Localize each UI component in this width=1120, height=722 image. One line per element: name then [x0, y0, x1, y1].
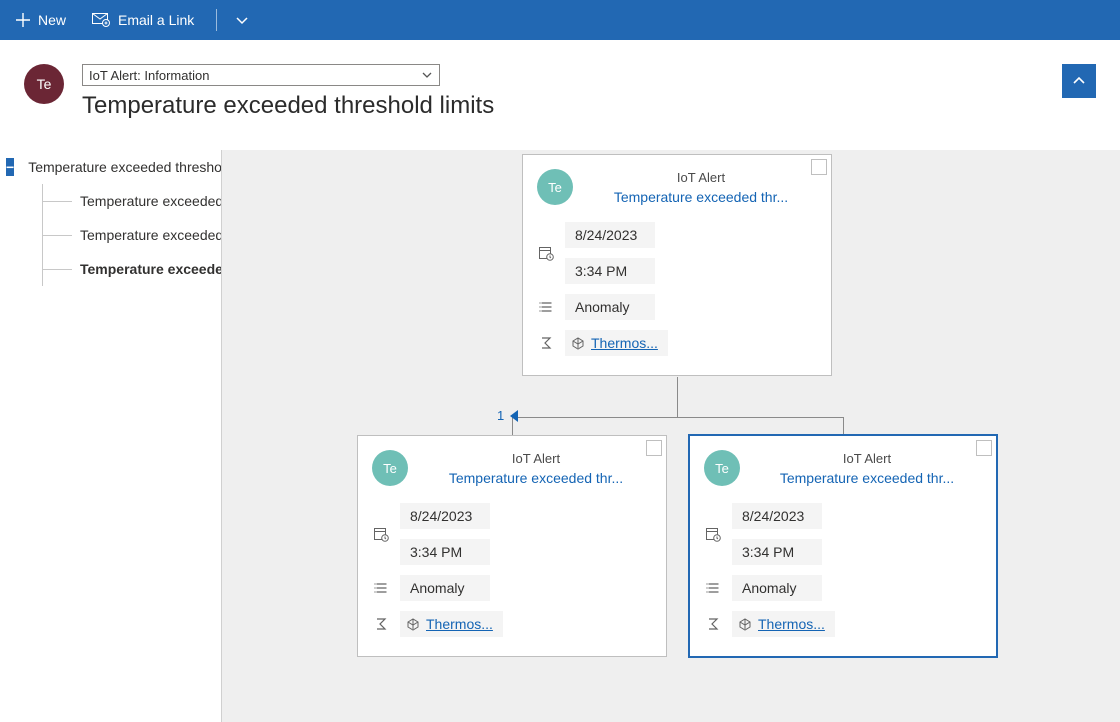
sigma-icon	[537, 336, 555, 350]
collapse-header-button[interactable]	[1062, 64, 1096, 98]
card-rule-field[interactable]: Anomaly	[732, 575, 822, 601]
hierarchy-card-child[interactable]: Te IoT Alert Temperature exceeded thr...…	[357, 435, 667, 657]
email-link-icon	[92, 13, 110, 27]
tree-child-label: Temperature exceeded threshold limits	[80, 193, 221, 209]
card-device-link[interactable]: Thermos...	[732, 611, 835, 637]
email-link-label: Email a Link	[118, 12, 194, 28]
card-entity-type: IoT Alert	[752, 451, 982, 466]
card-rule-field[interactable]: Anomaly	[400, 575, 490, 601]
card-title-link[interactable]: Temperature exceeded thr...	[585, 189, 817, 205]
card-title-link[interactable]: Temperature exceeded thr...	[420, 470, 652, 486]
chevron-down-icon	[421, 69, 433, 81]
card-device-link[interactable]: Thermos...	[400, 611, 503, 637]
siblings-indicator: 1	[497, 408, 518, 423]
card-entity-type: IoT Alert	[420, 451, 652, 466]
card-title-link[interactable]: Temperature exceeded thr...	[752, 470, 982, 486]
hierarchy-tree: − Temperature exceeded threshold limits …	[0, 150, 222, 722]
tree-child-item[interactable]: Temperature exceeded threshold limits	[0, 184, 221, 218]
page-title: Temperature exceeded threshold limits	[82, 92, 1096, 120]
new-label: New	[38, 12, 66, 28]
device-icon	[406, 617, 420, 631]
chevron-up-icon	[1071, 73, 1087, 89]
tree-root-label: Temperature exceeded threshold limits	[28, 159, 221, 175]
plus-icon	[16, 13, 30, 27]
hierarchy-card-parent[interactable]: Te IoT Alert Temperature exceeded thr...…	[522, 154, 832, 376]
form-selector-label: IoT Alert: Information	[89, 68, 209, 83]
siblings-count: 1	[497, 408, 504, 423]
tree-child-item[interactable]: Temperature exceeded threshold limits	[0, 218, 221, 252]
command-bar: New Email a Link	[0, 0, 1120, 40]
new-button[interactable]: New	[10, 8, 72, 32]
card-date-field[interactable]: 8/24/2023	[400, 503, 490, 529]
connector-line	[843, 417, 844, 435]
device-icon	[571, 336, 585, 350]
device-icon	[738, 617, 752, 631]
card-rule-field[interactable]: Anomaly	[565, 294, 655, 320]
tree-child-label: Temperature exceeded threshold limits	[80, 261, 221, 277]
calendar-icon	[704, 526, 722, 542]
tree-child-label: Temperature exceeded threshold limits	[80, 227, 221, 243]
record-avatar-initials: Te	[37, 76, 52, 92]
card-time-field[interactable]: 3:34 PM	[565, 258, 655, 284]
card-date-field[interactable]: 8/24/2023	[565, 222, 655, 248]
form-selector[interactable]: IoT Alert: Information	[82, 64, 440, 86]
tree-child-item[interactable]: Temperature exceeded threshold limits	[0, 252, 221, 286]
calendar-icon	[537, 245, 555, 261]
card-time-field[interactable]: 3:34 PM	[732, 539, 822, 565]
card-device-link[interactable]: Thermos...	[565, 330, 668, 356]
command-overflow-button[interactable]	[233, 9, 251, 31]
list-icon	[372, 581, 390, 595]
list-icon	[537, 300, 555, 314]
card-time-field[interactable]: 3:34 PM	[400, 539, 490, 565]
collapse-left-icon[interactable]	[510, 410, 518, 422]
card-avatar: Te	[704, 450, 740, 486]
card-date-field[interactable]: 8/24/2023	[732, 503, 822, 529]
card-avatar: Te	[537, 169, 573, 205]
tree-root-item[interactable]: − Temperature exceeded threshold limits	[0, 150, 221, 184]
record-avatar: Te	[24, 64, 64, 104]
page-header: Te IoT Alert: Information Temperature ex…	[0, 40, 1120, 120]
tree-collapse-toggle[interactable]: −	[6, 158, 14, 176]
sigma-icon	[704, 617, 722, 631]
card-entity-type: IoT Alert	[585, 170, 817, 185]
hierarchy-card-child-selected[interactable]: Te IoT Alert Temperature exceeded thr...…	[688, 434, 998, 658]
chevron-down-icon	[235, 13, 249, 27]
hierarchy-canvas[interactable]: 1 Te IoT Alert Temperature exceeded thr.…	[222, 150, 1120, 722]
connector-line	[677, 377, 678, 417]
command-separator	[216, 9, 217, 31]
email-link-button[interactable]: Email a Link	[86, 8, 200, 32]
card-avatar: Te	[372, 450, 408, 486]
connector-line	[512, 417, 844, 418]
list-icon	[704, 581, 722, 595]
sigma-icon	[372, 617, 390, 631]
calendar-icon	[372, 526, 390, 542]
